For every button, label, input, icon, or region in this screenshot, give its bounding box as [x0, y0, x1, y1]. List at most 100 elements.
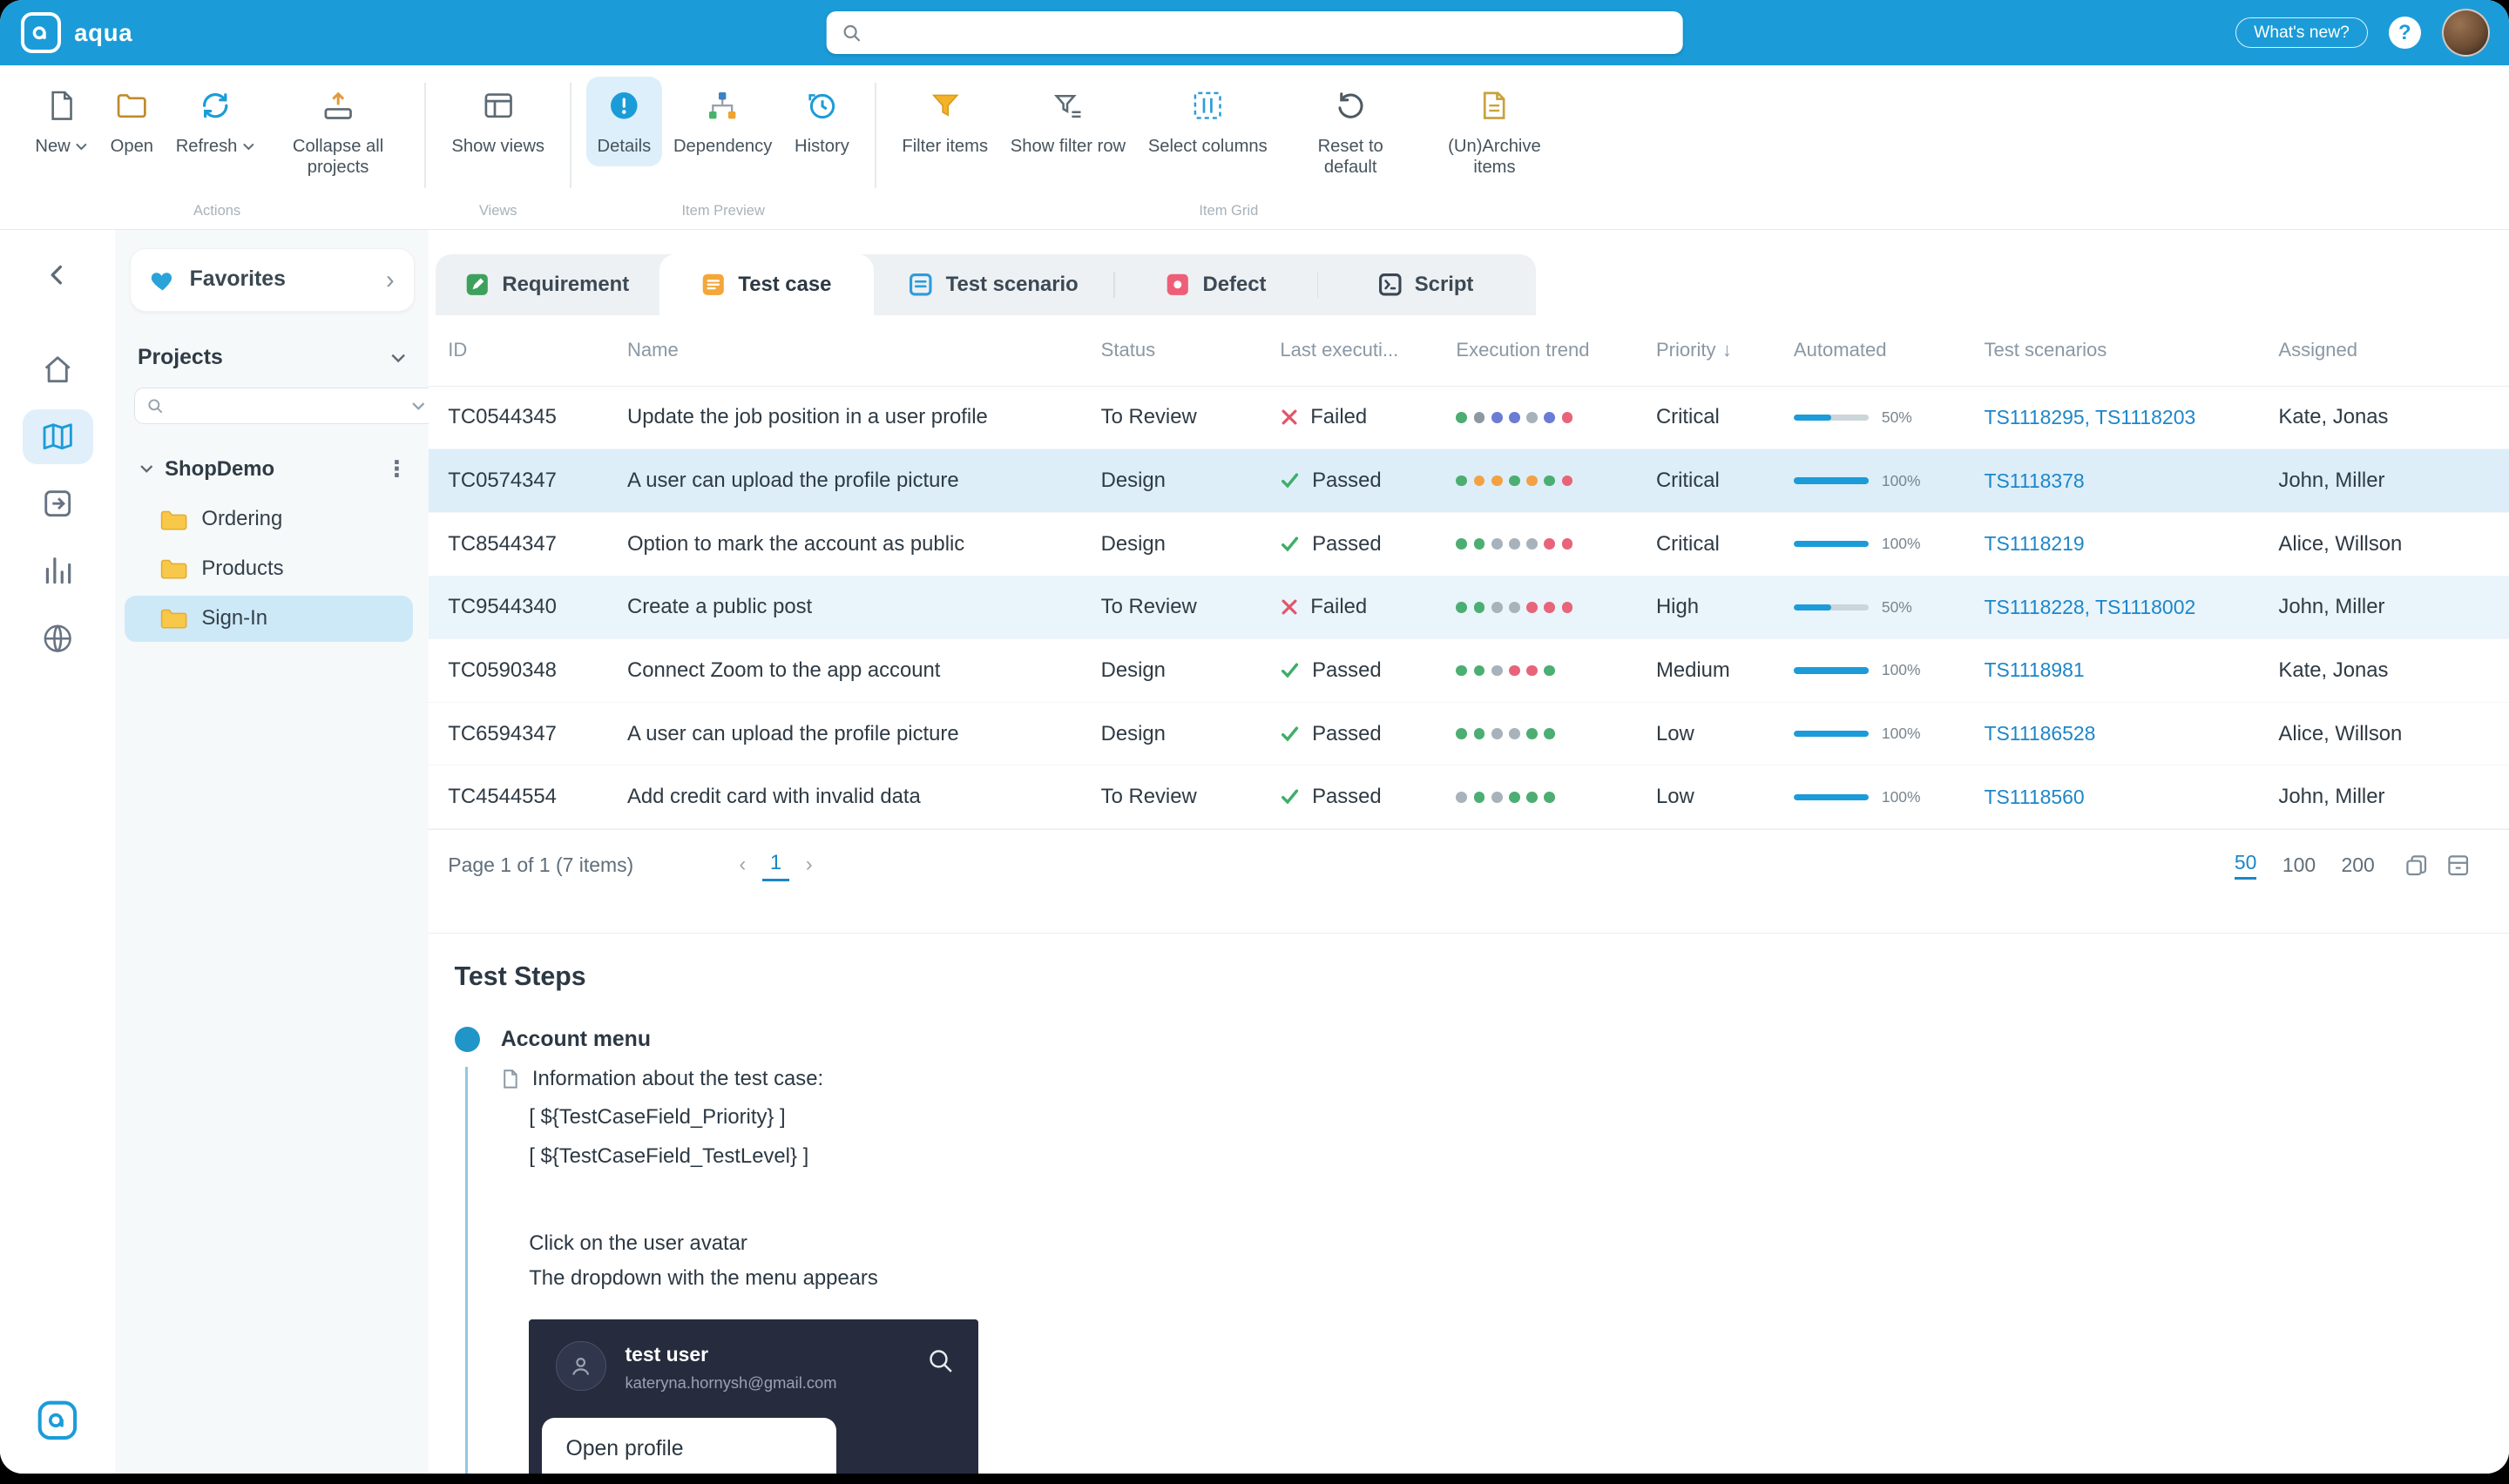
export-grid-icon[interactable]	[2445, 853, 2471, 878]
table-row[interactable]: TC8544347 Option to mark the account as …	[429, 513, 2509, 577]
tree-node-ordering[interactable]: Ordering	[125, 496, 413, 543]
chevron-right-icon[interactable]: ›	[386, 267, 395, 293]
details-button[interactable]: Details	[586, 77, 662, 166]
brand: aqua	[21, 0, 132, 65]
open-button[interactable]: Open	[99, 77, 165, 166]
cell-assigned: Alice, Willson	[2278, 722, 2509, 746]
test-case-icon	[701, 273, 726, 297]
column-header-name[interactable]: Name	[627, 339, 1101, 361]
tab-test-case[interactable]: Test case	[659, 254, 874, 315]
table-row[interactable]: TC4544554 Add credit card with invalid d…	[429, 766, 2509, 829]
project-search-input[interactable]	[173, 395, 410, 418]
tree-node-products[interactable]: Products	[125, 546, 413, 592]
collapse-all-projects-button[interactable]: Collapse all projects	[266, 77, 409, 187]
release-box-icon	[40, 486, 75, 521]
progress-bar	[1794, 667, 1869, 673]
page-number[interactable]: 1	[762, 849, 790, 881]
scenario-links[interactable]: TS1118295, TS1118203	[1984, 406, 2278, 429]
table-row[interactable]: TC0590348 Connect Zoom to the app accoun…	[429, 639, 2509, 703]
sort-desc-icon: ↓	[1722, 339, 1732, 361]
column-header-id[interactable]: ID	[448, 339, 627, 361]
cell-id: TC6594347	[448, 722, 627, 746]
cell-name: Connect Zoom to the app account	[627, 658, 1101, 683]
cell-last-execution: Passed	[1280, 469, 1456, 493]
nav-releases-button[interactable]	[23, 476, 93, 530]
refresh-button[interactable]: Refresh	[165, 77, 267, 166]
execution-trend-dots	[1456, 476, 1656, 487]
execution-trend-dots	[1456, 728, 1656, 739]
scenario-links[interactable]: TS1118228, TS1118002	[1984, 596, 2278, 619]
progress-bar	[1794, 477, 1869, 483]
next-page-button[interactable]: ›	[806, 853, 813, 877]
cell-automated: 100%	[1794, 661, 1985, 679]
global-search[interactable]	[827, 11, 1683, 55]
dependency-button[interactable]: Dependency	[662, 77, 783, 166]
whats-new-button[interactable]: What's new?	[2235, 17, 2368, 48]
column-header-last-execution[interactable]: Last executi...	[1280, 339, 1456, 361]
collapse-sidebar-button[interactable]	[23, 256, 93, 294]
column-header-execution-trend[interactable]: Execution trend	[1456, 339, 1656, 361]
cell-automated: 50%	[1794, 598, 1985, 617]
projects-header: Projects	[138, 346, 407, 370]
select-columns-button[interactable]: Select columns	[1137, 77, 1279, 166]
global-search-input[interactable]	[873, 20, 1668, 46]
column-header-assigned[interactable]: Assigned	[2278, 339, 2509, 361]
unarchive-items-button[interactable]: (Un)Archive items	[1423, 77, 1566, 187]
favorites-card[interactable]: Favorites ›	[130, 248, 415, 312]
column-header-priority[interactable]: Priority↓	[1656, 339, 1794, 361]
nav-projects-button[interactable]	[23, 409, 93, 463]
step-attachment-image[interactable]: test user kateryna.hornysh@gmail.com Ope…	[529, 1319, 978, 1474]
tab-script[interactable]: Script	[1318, 254, 1532, 315]
cell-name: Create a public post	[627, 595, 1101, 619]
collapse-projects-icon	[321, 86, 355, 125]
table-row[interactable]: TC0544345 Update the job position in a u…	[429, 387, 2509, 450]
scenario-links[interactable]: TS1118219	[1984, 532, 2278, 556]
filter-items-button[interactable]: Filter items	[891, 77, 999, 166]
cell-id: TC0574347	[448, 469, 627, 493]
tab-defect[interactable]: Defect	[1115, 254, 1316, 315]
step-instruction: The dropdown with the menu appears	[529, 1261, 2509, 1296]
table-row-selected[interactable]: TC0574347 A user can upload the profile …	[429, 449, 2509, 513]
progress-bar	[1794, 604, 1869, 610]
help-button[interactable]: ?	[2389, 17, 2421, 49]
nav-integrations-button[interactable]	[23, 611, 93, 665]
scenario-links[interactable]: TS1118378	[1984, 469, 2278, 493]
tree-node-shopdemo[interactable]: ShopDemo ⋮	[115, 445, 429, 493]
new-button[interactable]: New	[24, 77, 99, 166]
cell-status: Design	[1101, 469, 1281, 493]
table-row[interactable]: TC9544340 Create a public post To Review…	[429, 577, 2509, 640]
card-view-icon[interactable]	[2404, 853, 2429, 878]
nav-home-button[interactable]	[23, 342, 93, 396]
chevron-down-icon[interactable]	[390, 346, 406, 370]
bar-chart-icon	[40, 553, 75, 588]
page-size-50[interactable]: 50	[2235, 851, 2257, 880]
project-search-combo[interactable]	[134, 388, 437, 424]
column-header-test-scenarios[interactable]: Test scenarios	[1984, 339, 2278, 361]
show-filter-row-button[interactable]: Show filter row	[999, 77, 1137, 166]
page-size-200[interactable]: 200	[2341, 853, 2374, 877]
page-summary: Page 1 of 1 (7 items)	[448, 853, 633, 877]
prev-page-button[interactable]: ‹	[739, 853, 746, 877]
table-row[interactable]: TC6594347 A user can upload the profile …	[429, 703, 2509, 766]
cell-status: To Review	[1101, 405, 1281, 429]
group-label-views: Views	[436, 202, 560, 219]
chevron-down-icon	[75, 142, 88, 152]
page-size-100[interactable]: 100	[2282, 853, 2316, 877]
scenario-links[interactable]: TS1118560	[1984, 786, 2278, 809]
show-views-button[interactable]: Show views	[441, 77, 556, 166]
tree-node-sign-in[interactable]: Sign-In	[125, 596, 413, 642]
scenario-links[interactable]: TS11186528	[1984, 722, 2278, 745]
tab-requirement[interactable]: Requirement	[436, 254, 659, 315]
reset-to-default-button[interactable]: Reset to default	[1279, 77, 1423, 187]
brand-name: aqua	[74, 19, 132, 47]
column-header-automated[interactable]: Automated	[1794, 339, 1985, 361]
history-button[interactable]: History	[783, 77, 861, 166]
scenario-links[interactable]: TS1118981	[1984, 658, 2278, 682]
user-avatar[interactable]	[2442, 9, 2490, 57]
kebab-menu-icon[interactable]: ⋮	[386, 456, 409, 482]
tab-test-scenario[interactable]: Test scenario	[874, 254, 1114, 315]
nav-reports-button[interactable]	[23, 543, 93, 597]
column-header-status[interactable]: Status	[1101, 339, 1281, 361]
cell-priority: Critical	[1656, 532, 1794, 556]
embedded-user-email: kateryna.hornysh@gmail.com	[625, 1373, 836, 1393]
